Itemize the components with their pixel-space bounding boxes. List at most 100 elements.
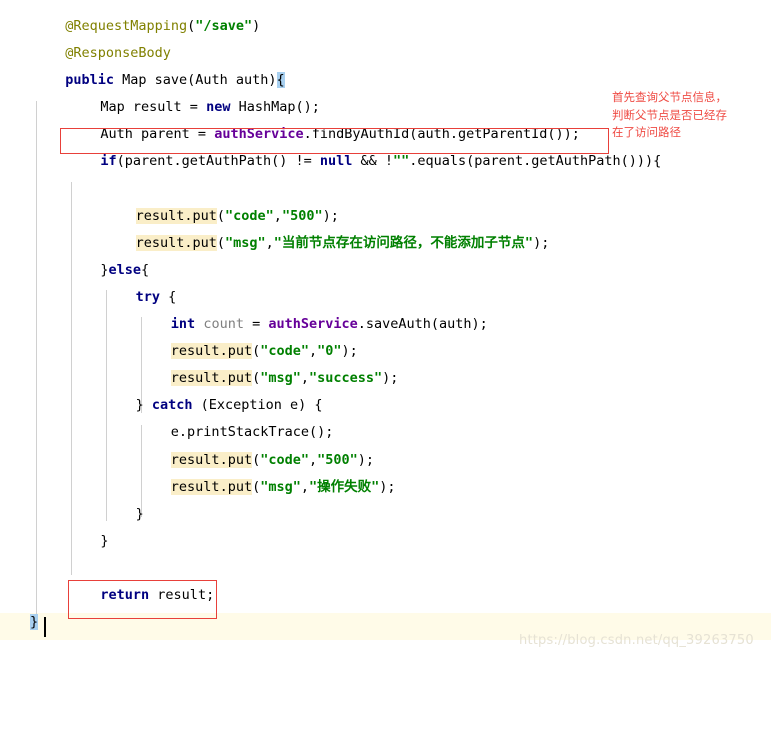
code-line[interactable]: Auth parent = authService.findByAuthId(a… xyxy=(30,121,661,148)
code-token: , xyxy=(309,451,318,468)
code-line[interactable] xyxy=(30,176,661,203)
code-token: (parent.getAuthPath() != xyxy=(116,153,320,170)
code-token: , xyxy=(273,207,282,224)
code-token: , xyxy=(265,234,274,251)
code-line[interactable]: return result; xyxy=(30,582,661,609)
code-line[interactable]: }else{ xyxy=(30,257,661,284)
code-token: .findByAuthId(auth.getParentId()); xyxy=(303,126,580,143)
code-line[interactable]: } xyxy=(30,501,661,528)
code-token: ( xyxy=(216,207,226,224)
code-token: ); xyxy=(357,451,375,468)
code-token: int xyxy=(170,316,196,333)
code-token: ); xyxy=(322,207,339,224)
code-line[interactable]: e.printStackTrace(); xyxy=(30,419,661,446)
code-token: result.put xyxy=(135,207,217,224)
annotation-note: 首先查询父节点信息， 判断父节点是否已经存 在了访问路径 xyxy=(612,90,727,139)
code-token: null xyxy=(319,153,353,170)
code-token: @RequestMapping xyxy=(65,18,188,34)
code-token: count xyxy=(203,316,244,333)
code-token: ( xyxy=(252,478,261,495)
code-token: ); xyxy=(382,370,399,387)
code-token: && ! xyxy=(352,153,394,170)
code-token: ( xyxy=(252,343,261,360)
code-token: "/save" xyxy=(195,18,253,34)
code-token: "" xyxy=(393,153,410,170)
code-token: result.put xyxy=(170,370,253,387)
code-token: catch xyxy=(151,397,193,414)
code-token: "操作失败" xyxy=(309,478,380,495)
code-token: ( xyxy=(252,451,261,468)
code-line[interactable]: try { xyxy=(30,284,661,311)
code-token: "500" xyxy=(317,451,358,468)
code-token: = xyxy=(243,316,269,333)
code-editor[interactable]: @RequestMapping("/save") @ResponseBody pub… xyxy=(0,0,771,655)
code-token: "当前节点存在访问路径，不能添加子节点" xyxy=(273,234,534,251)
code-line[interactable]: result.put("msg","当前节点存在访问路径，不能添加子节点"); xyxy=(30,230,661,257)
code-token: "msg" xyxy=(260,370,301,387)
code-line[interactable]: if(parent.getAuthPath() != null && !"".e… xyxy=(30,148,661,175)
code-line[interactable]: result.put("code","0"); xyxy=(30,338,661,365)
code-token: new xyxy=(206,99,231,116)
text-caret xyxy=(44,617,46,637)
code-token: "500" xyxy=(281,207,323,224)
code-token: result.put xyxy=(170,343,253,360)
code-token: ( xyxy=(216,234,226,251)
code-token: { xyxy=(141,261,150,278)
code-token: } xyxy=(100,532,109,549)
code-token: } xyxy=(100,261,109,278)
code-token: { xyxy=(159,288,177,305)
code-token: (Exception e) { xyxy=(192,397,323,414)
code-token: try xyxy=(135,288,160,305)
code-token: "code" xyxy=(260,451,309,468)
code-line[interactable]: result.put("code","500"); xyxy=(30,203,661,230)
code-token: Map save(Auth auth) xyxy=(113,72,277,89)
code-line[interactable]: @RequestMapping("/save") xyxy=(30,13,661,40)
code-line[interactable]: result.put("msg","success"); xyxy=(30,365,661,392)
code-token: ) xyxy=(252,18,261,34)
code-token: else xyxy=(108,261,142,278)
code-token: e.printStackTrace(); xyxy=(170,424,334,441)
code-token: result; xyxy=(149,586,215,603)
code-token: } xyxy=(135,397,152,414)
code-token: "code" xyxy=(260,343,309,360)
code-token: result.put xyxy=(170,451,253,468)
code-token: "msg" xyxy=(225,234,266,251)
code-token: ); xyxy=(379,478,396,495)
code-token: authService xyxy=(214,126,304,143)
code-token: HashMap(); xyxy=(230,99,320,116)
code-token: @ResponseBody xyxy=(65,45,171,62)
code-token: , xyxy=(300,370,309,387)
code-line-container: @RequestMapping("/save") @ResponseBody pub… xyxy=(0,13,661,636)
code-token: Auth parent = xyxy=(100,126,215,143)
code-token: ); xyxy=(341,343,358,360)
code-token: } xyxy=(135,505,144,522)
code-token: ); xyxy=(533,234,550,251)
code-line[interactable] xyxy=(30,555,661,582)
code-token: result.put xyxy=(170,478,253,495)
code-token: "msg" xyxy=(260,478,301,495)
code-token: } xyxy=(30,614,39,631)
code-line[interactable]: } xyxy=(30,528,661,555)
code-line[interactable]: } catch (Exception e) { xyxy=(30,392,661,419)
code-token: "code" xyxy=(225,207,274,224)
code-line[interactable]: int count = authService.saveAuth(auth); xyxy=(30,311,661,338)
code-token: ( xyxy=(252,370,261,387)
code-token: { xyxy=(276,72,285,89)
code-token: public xyxy=(65,72,114,89)
code-line[interactable]: result.put("code","500"); xyxy=(30,447,661,474)
code-token: .saveAuth(auth); xyxy=(357,316,488,333)
code-token: , xyxy=(309,343,318,360)
code-token: .equals(parent.getAuthPath())){ xyxy=(409,153,662,170)
code-token: return xyxy=(100,586,150,603)
code-token: if xyxy=(100,153,117,170)
code-line[interactable]: result.put("msg","操作失败"); xyxy=(30,474,661,501)
code-token: result.put xyxy=(135,234,217,251)
code-line[interactable]: @ResponseBody xyxy=(30,40,661,67)
code-token: "success" xyxy=(309,370,383,387)
code-token: authService xyxy=(268,316,358,333)
code-line[interactable]: Map result = new HashMap(); xyxy=(30,94,661,121)
code-token: "0" xyxy=(317,343,342,360)
code-line[interactable]: public Map save(Auth auth){ xyxy=(30,67,661,94)
code-token: , xyxy=(300,478,309,495)
code-token: Map result = xyxy=(100,99,207,116)
